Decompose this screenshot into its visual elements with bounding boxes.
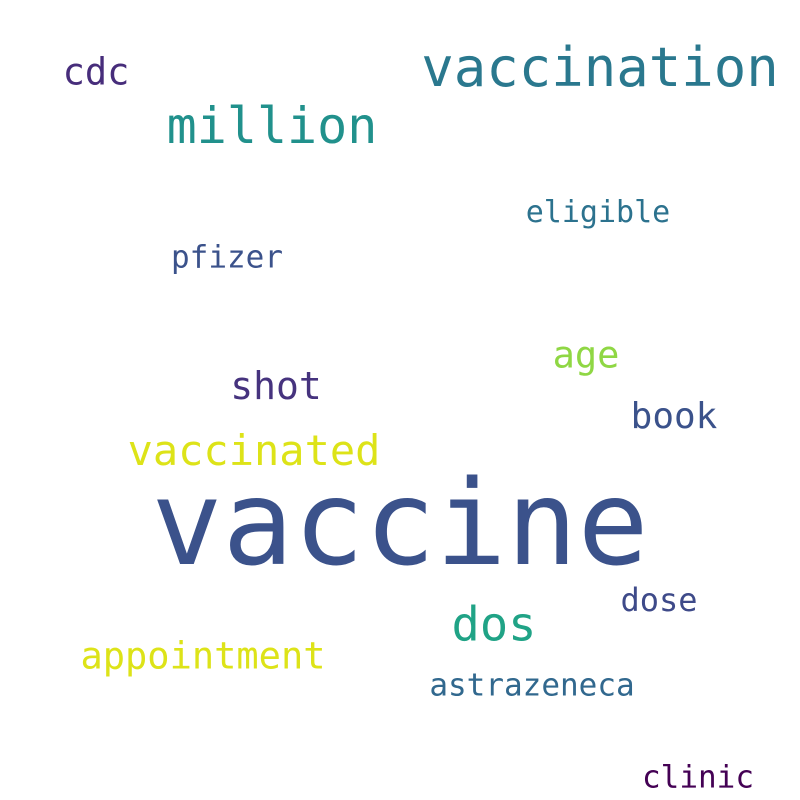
word-book: book: [630, 396, 718, 437]
word-cdc: cdc: [62, 50, 130, 94]
word-clinic: clinic: [642, 759, 754, 796]
word-dose: dose: [620, 581, 698, 619]
word-cloud: vaccine vaccination million vaccinated d…: [0, 0, 800, 800]
word-vaccination: vaccination: [421, 36, 779, 99]
word-eligible: eligible: [525, 195, 671, 230]
word-age: age: [552, 333, 620, 377]
word-shot: shot: [230, 364, 322, 408]
word-astrazeneca: astrazeneca: [429, 667, 635, 704]
word-dos: dos: [451, 597, 537, 653]
word-vaccine: vaccine: [151, 454, 649, 592]
word-vaccinated: vaccinated: [127, 426, 381, 475]
word-pfizer: pfizer: [171, 239, 283, 276]
word-million: million: [166, 97, 378, 155]
word-appointment: appointment: [80, 634, 326, 678]
